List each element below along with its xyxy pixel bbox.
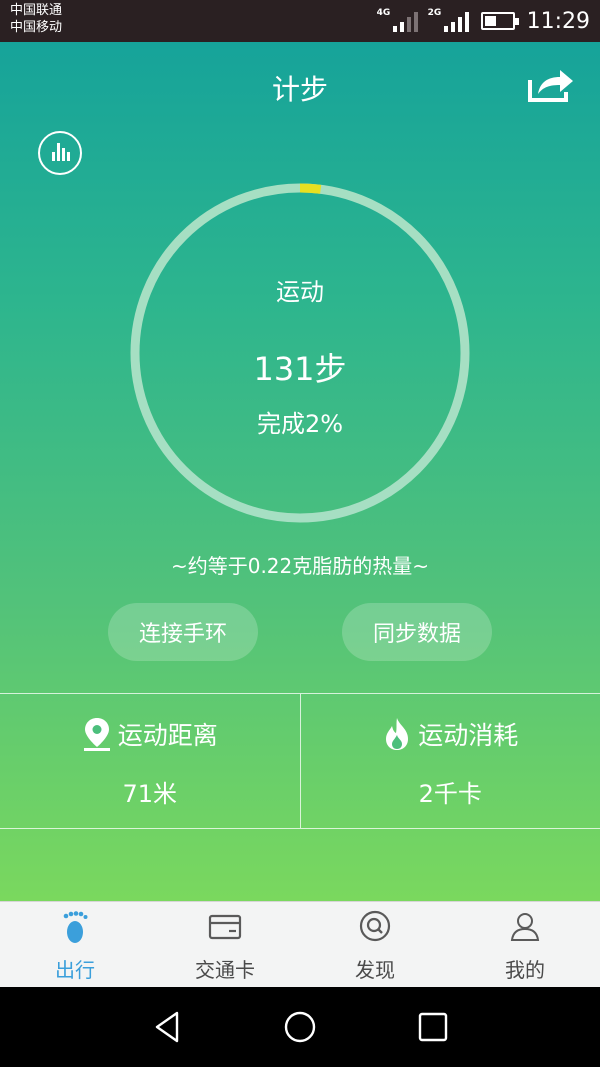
network-type-2: 2G xyxy=(427,8,442,18)
bottom-nav: 出行 交通卡 发现 我的 xyxy=(0,901,600,987)
status-indicators: 4G 2G 11:29 xyxy=(377,4,590,38)
sync-data-button[interactable]: 同步数据 xyxy=(342,603,492,661)
share-icon[interactable] xyxy=(526,66,576,104)
distance-value: 71米 xyxy=(122,780,178,808)
tab-profile-label: 我的 xyxy=(505,958,545,982)
tab-travel-label: 出行 xyxy=(55,958,95,982)
location-pin-icon xyxy=(83,718,110,751)
bar-chart-icon[interactable] xyxy=(38,131,82,175)
distance-metric: 运动距离 71米 xyxy=(0,694,300,828)
completion-percent: 完成2% xyxy=(256,410,344,438)
tab-discover[interactable]: 发现 xyxy=(300,902,450,987)
carrier-1: 中国联通 xyxy=(10,3,63,18)
footprint-icon xyxy=(63,911,88,943)
tab-transit-card-label: 交通卡 xyxy=(195,958,255,982)
battery-fill xyxy=(484,16,497,26)
connect-band-button[interactable]: 连接手环 xyxy=(108,603,258,661)
recents-icon[interactable] xyxy=(415,1009,451,1045)
battery-icon xyxy=(480,12,519,30)
page-title: 计步 xyxy=(271,73,328,106)
distance-label: 运动距离 xyxy=(117,721,218,750)
network-type-1: 4G xyxy=(376,8,391,18)
clock: 11:29 xyxy=(526,8,590,34)
pedometer-screen: 中国联通 中国移动 4G 2G 11:29 计步 运动 131步 完成2% ~约… xyxy=(0,0,600,1067)
system-nav-bar xyxy=(0,987,600,1067)
signal-2g-icon: 2G xyxy=(428,8,469,32)
signal-4g-icon: 4G xyxy=(377,8,418,32)
tab-discover-label: 发现 xyxy=(355,958,395,982)
profile-icon xyxy=(510,913,540,941)
status-bar: 中国联通 中国移动 4G 2G 11:29 xyxy=(0,0,600,42)
tab-travel[interactable]: 出行 xyxy=(0,902,150,987)
discover-icon xyxy=(359,910,391,942)
calories-label: 运动消耗 xyxy=(418,721,519,750)
calories-value: 2千卡 xyxy=(418,780,482,808)
flame-icon xyxy=(386,718,409,750)
tab-profile[interactable]: 我的 xyxy=(450,902,600,987)
back-icon[interactable] xyxy=(149,1009,185,1045)
calories-metric: 运动消耗 2千卡 xyxy=(299,694,600,828)
home-icon[interactable] xyxy=(282,1009,318,1045)
tab-transit-card[interactable]: 交通卡 xyxy=(150,902,300,987)
fat-equivalent: ~约等于0.22克脂肪的热量~ xyxy=(170,554,430,578)
card-icon xyxy=(208,914,242,940)
carrier-labels: 中国联通 中国移动 xyxy=(10,2,62,36)
step-count: 131步 xyxy=(253,350,347,388)
activity-label: 运动 xyxy=(276,278,324,306)
metrics-panel: 运动距离 71米 运动消耗 2千卡 xyxy=(0,693,600,829)
main-panel: 计步 运动 131步 完成2% ~约等于0.22克脂肪的热量~ 连接手环 同步数… xyxy=(0,42,600,901)
carrier-2: 中国移动 xyxy=(10,20,63,35)
